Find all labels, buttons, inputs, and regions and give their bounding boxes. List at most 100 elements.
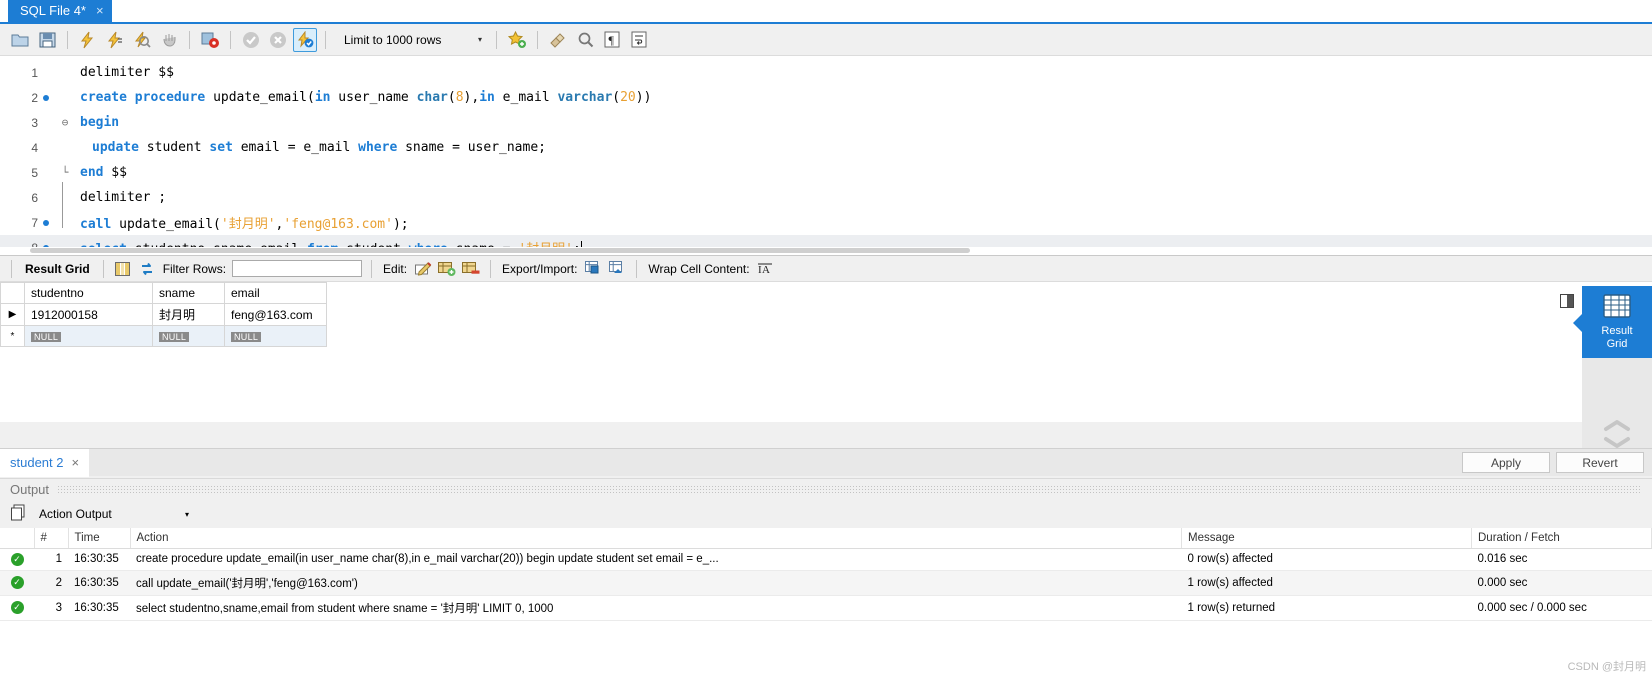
sql-editor-toolbar: Limit to 1000 rows ▾ ¶ bbox=[0, 24, 1652, 56]
toggle-sidebar-icon[interactable] bbox=[1560, 294, 1574, 308]
rail-label-line2: Grid bbox=[1606, 337, 1628, 350]
column-header-email[interactable]: email bbox=[224, 282, 327, 304]
refresh-icon[interactable] bbox=[137, 260, 157, 278]
result-grid-label: Result Grid bbox=[25, 261, 90, 276]
apply-button[interactable]: Apply bbox=[1462, 452, 1550, 473]
toggle-stop-on-error-icon[interactable] bbox=[198, 28, 222, 52]
column-header-message: Message bbox=[1181, 528, 1472, 549]
delete-row-icon[interactable] bbox=[461, 260, 481, 278]
insert-row-icon[interactable] bbox=[437, 260, 457, 278]
table-header-row: studentno sname email bbox=[0, 282, 327, 304]
export-import-label: Export/Import: bbox=[502, 261, 578, 276]
table-row[interactable]: ▶ 1912000158 封月明 feng@163.com bbox=[0, 303, 327, 326]
action-number: 1 bbox=[34, 548, 68, 571]
line-number: 3 bbox=[31, 115, 38, 130]
code-line[interactable]: 1 delimiter $$ bbox=[0, 60, 1652, 85]
column-header-action: Action bbox=[130, 528, 1182, 549]
wrap-cell-content-icon[interactable]: IA bbox=[756, 260, 776, 278]
sql-code-editor[interactable]: 1 delimiter $$ 2 create procedure update_em… bbox=[0, 56, 1652, 256]
line-number: 1 bbox=[31, 65, 38, 80]
table-cell[interactable]: feng@163.com bbox=[224, 303, 327, 326]
fold-marker[interactable]: ⊖ bbox=[54, 116, 76, 129]
close-icon[interactable]: × bbox=[96, 3, 104, 18]
wrap-cell-content-label: Wrap Cell Content: bbox=[648, 261, 750, 276]
row-selector[interactable]: ▶ bbox=[0, 303, 25, 326]
result-grid-icon bbox=[1603, 293, 1631, 322]
code-line[interactable]: 4 update student set email = e_mail where… bbox=[0, 135, 1652, 160]
wrap-lines-icon[interactable] bbox=[627, 28, 651, 52]
table-cell[interactable]: NULL bbox=[224, 325, 327, 347]
code-line[interactable]: 3 ⊖ begin bbox=[0, 110, 1652, 135]
action-duration: 0.000 sec / 0.000 sec bbox=[1471, 595, 1652, 621]
output-panel-header: Output bbox=[0, 478, 1652, 500]
result-table-body: ▶ 1912000158 封月明 feng@163.com * NULL NULL NULL bbox=[0, 303, 327, 347]
import-recordset-icon[interactable] bbox=[607, 260, 627, 278]
row-limit-dropdown[interactable]: Limit to 1000 rows ▾ bbox=[338, 28, 488, 51]
column-header-sname[interactable]: sname bbox=[152, 282, 225, 304]
export-recordset-icon[interactable] bbox=[583, 260, 603, 278]
show-invisible-characters-icon[interactable]: ¶ bbox=[600, 28, 624, 52]
action-duration: 0.000 sec bbox=[1471, 570, 1652, 596]
rail-item-result-grid[interactable]: Result Grid bbox=[1573, 286, 1652, 358]
commit-icon[interactable] bbox=[239, 28, 263, 52]
autocommit-toggle-icon[interactable] bbox=[293, 27, 317, 52]
statement-marker bbox=[38, 215, 54, 230]
execute-current-statement-icon[interactable] bbox=[103, 28, 127, 52]
revert-button[interactable]: Revert bbox=[1556, 452, 1644, 473]
fold-guide bbox=[62, 182, 63, 228]
explain-icon[interactable] bbox=[130, 28, 154, 52]
grid-view-icon[interactable] bbox=[113, 260, 133, 278]
output-type-value: Action Output bbox=[39, 507, 112, 521]
save-snippet-icon[interactable] bbox=[505, 28, 529, 52]
action-message: 1 row(s) returned bbox=[1181, 595, 1472, 621]
code-line[interactable]: 2 create procedure update_email(in user_n… bbox=[0, 85, 1652, 110]
fold-marker[interactable]: └ bbox=[54, 166, 76, 179]
tab-label: SQL File 4* bbox=[20, 2, 86, 18]
action-output-row[interactable]: ✓ 2 16:30:35 call update_email('封月明','feng@… bbox=[0, 570, 1652, 596]
find-icon[interactable] bbox=[573, 28, 597, 52]
mysql-workbench-window: SQL File 4* × Limit to 1000 rows ▾ ¶ 1 d… bbox=[0, 0, 1652, 676]
action-output-row[interactable]: ✓ 1 16:30:35 create procedure update_email(… bbox=[0, 548, 1652, 571]
output-type-dropdown[interactable]: Action Output ▾ bbox=[34, 504, 194, 524]
scrollbar-thumb[interactable] bbox=[30, 248, 970, 253]
code-line[interactable]: 5 └ end $$ bbox=[0, 160, 1652, 185]
code-text: begin bbox=[80, 115, 120, 130]
close-icon[interactable]: × bbox=[72, 455, 80, 470]
toolbar-separator bbox=[102, 259, 104, 278]
action-output-row[interactable]: ✓ 3 16:30:35 select studentno,sname,email f… bbox=[0, 595, 1652, 621]
row-selector[interactable]: * bbox=[0, 325, 25, 347]
editor-horizontal-scrollbar[interactable] bbox=[0, 247, 1652, 255]
filter-rows-input[interactable] bbox=[232, 260, 363, 277]
code-text: end $$ bbox=[80, 165, 127, 180]
toolbar-separator bbox=[496, 30, 497, 49]
result-table: studentno sname email ▶ 1912000158 封月明 feng… bbox=[0, 282, 327, 347]
column-header-duration: Duration / Fetch bbox=[1471, 528, 1652, 549]
code-line[interactable]: 6 delimiter ; bbox=[0, 185, 1652, 210]
rollback-icon[interactable] bbox=[266, 28, 290, 52]
tab-sql-file-4[interactable]: SQL File 4* × bbox=[8, 0, 112, 22]
column-header-studentno[interactable]: studentno bbox=[24, 282, 153, 304]
action-output-header-row: # Time Action Message Duration / Fetch bbox=[0, 528, 1652, 549]
row-limit-label: Limit to 1000 rows bbox=[344, 32, 442, 47]
null-badge: NULL bbox=[31, 332, 62, 342]
action-message: 1 row(s) affected bbox=[1181, 570, 1472, 596]
code-text: update student set email = e_mail where … bbox=[92, 140, 546, 155]
table-row[interactable]: * NULL NULL NULL bbox=[0, 325, 327, 347]
rail-scroll-chevrons[interactable] bbox=[1582, 418, 1652, 450]
beautify-sql-icon[interactable] bbox=[546, 28, 570, 52]
edit-pencil-icon[interactable] bbox=[413, 260, 433, 278]
table-cell[interactable]: 封月明 bbox=[152, 303, 225, 326]
action-number: 3 bbox=[34, 595, 68, 621]
table-cell[interactable]: NULL bbox=[152, 325, 225, 347]
table-cell[interactable]: NULL bbox=[24, 325, 153, 347]
table-cell[interactable]: 1912000158 bbox=[24, 303, 153, 326]
save-icon[interactable] bbox=[35, 28, 59, 52]
stop-icon[interactable] bbox=[157, 28, 181, 52]
status-success-icon: ✓ bbox=[0, 570, 34, 596]
code-line[interactable]: 7 call update_email('封月明','feng@163.com')… bbox=[0, 210, 1652, 235]
filter-rows-label: Filter Rows: bbox=[162, 261, 227, 276]
execute-icon[interactable] bbox=[76, 28, 100, 52]
null-badge: NULL bbox=[231, 332, 262, 342]
open-folder-icon[interactable] bbox=[8, 28, 32, 52]
resultset-tab-student-2[interactable]: student 2 × bbox=[0, 448, 90, 477]
